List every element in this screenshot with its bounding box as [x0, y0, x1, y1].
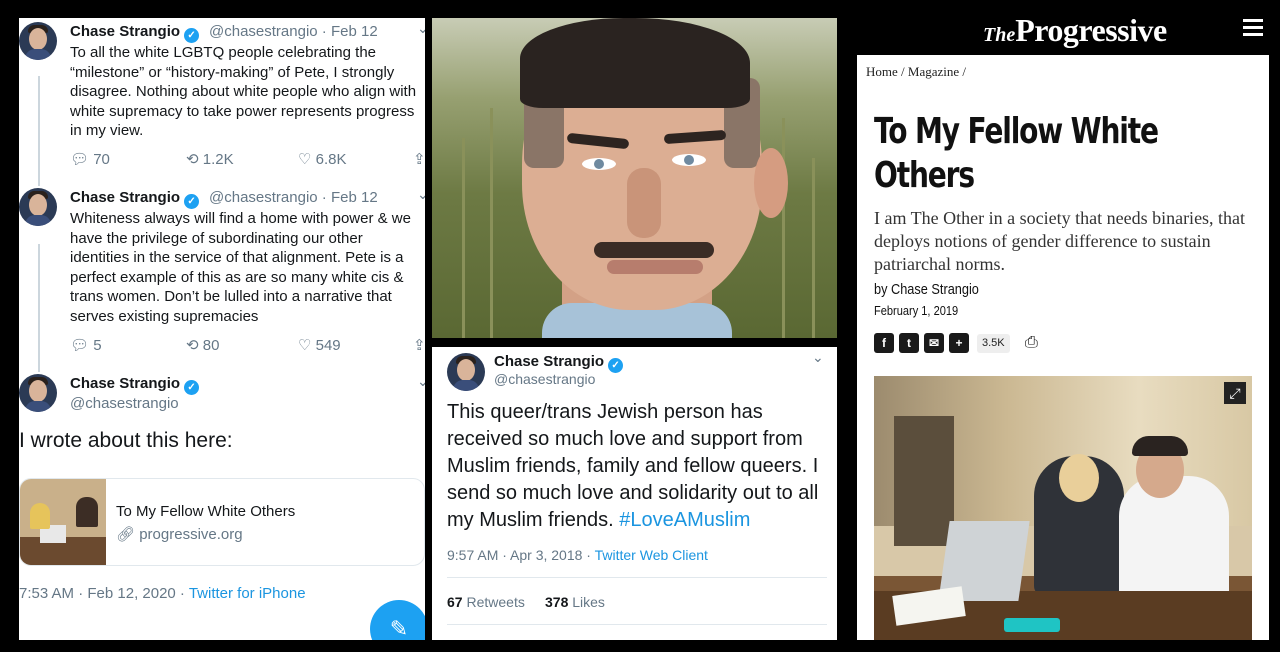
chevron-down-icon[interactable]: ⌄: [417, 20, 425, 37]
tweet-timestamp: 9:57 AM · Apr 3, 2018 · Twitter Web Clie…: [447, 547, 708, 563]
divider: [447, 624, 827, 625]
reply-button[interactable]: 💬︎ 70: [70, 150, 110, 168]
article-title: To My Fellow White Others: [874, 111, 1159, 196]
retweet-icon: ⟲: [186, 151, 199, 168]
email-icon[interactable]: ✉: [924, 333, 944, 353]
like-button[interactable]: ♡ 6.8K: [298, 150, 346, 168]
hamburger-menu-icon[interactable]: [1243, 19, 1263, 40]
author-handle: @chasestrangio: [494, 371, 596, 387]
share-count: 3.5K: [977, 334, 1010, 353]
thread-line: [38, 76, 40, 186]
retweet-button[interactable]: ⟲ 80: [186, 336, 219, 354]
thread-line: [38, 244, 40, 372]
chevron-down-icon[interactable]: ⌄: [812, 349, 824, 366]
article-dek: I am The Other in a society that needs b…: [874, 208, 1246, 274]
like-button[interactable]: ♡ 549: [298, 336, 341, 354]
link-card-thumbnail: [20, 479, 106, 565]
tweet-detail-panel: Chase Strangio ✓ @chasestrangio ⌄ This qu…: [432, 347, 837, 640]
divider: [447, 577, 827, 578]
heart-icon: ♡: [298, 151, 312, 168]
tweet-source-link[interactable]: Twitter Web Client: [595, 547, 708, 563]
article-date: February 1, 2019: [874, 303, 959, 318]
likes-stat[interactable]: 378 Likes: [545, 594, 605, 610]
tweet-thread-panel: Chase Strangio ✓ @chasestrangio · Feb 12 …: [19, 18, 425, 640]
tweet-text: This queer/trans Jewish person has recei…: [447, 401, 819, 531]
tweet-timestamp: 7:53 AM · Feb 12, 2020 · Twitter for iPh…: [19, 585, 306, 602]
retweet-button[interactable]: ⟲ 1.2K: [186, 150, 234, 168]
tweet-text: Whiteness always will find a home with p…: [70, 210, 411, 325]
link-card-domain: 🔗︎ progressive.org: [116, 526, 243, 543]
verified-badge-icon: ✓: [184, 194, 200, 209]
site-header: TheProgressive: [857, 10, 1269, 50]
article-byline[interactable]: by Chase Strangio: [874, 281, 979, 298]
avatar[interactable]: [19, 22, 57, 60]
expand-icon[interactable]: ⤢: [1224, 382, 1246, 404]
site-logo[interactable]: TheProgressive: [983, 12, 1167, 49]
heart-icon: ♡: [298, 337, 312, 354]
link-card[interactable]: To My Fellow White Others 🔗︎ progressive…: [19, 478, 425, 566]
tweet-source-link[interactable]: Twitter for iPhone: [189, 585, 306, 602]
hashtag-link[interactable]: #LoveAMuslim: [619, 509, 750, 531]
verified-badge-icon: ✓: [184, 380, 200, 395]
facebook-icon[interactable]: f: [874, 333, 894, 353]
avatar[interactable]: [447, 353, 485, 391]
portrait-photo: [432, 18, 837, 338]
tweet-actions: 💬︎ 5 ⟲ 80 ♡ 549 ⇪: [70, 336, 425, 356]
compose-button[interactable]: ✎: [370, 600, 425, 640]
reply-button[interactable]: 💬︎ 5: [70, 336, 102, 354]
plus-icon[interactable]: +: [949, 333, 969, 353]
share-icon[interactable]: ⇪: [413, 336, 425, 354]
reply-icon: 💬︎: [70, 151, 90, 168]
author-name[interactable]: Chase Strangio ✓: [70, 189, 200, 209]
author-name[interactable]: Chase Strangio ✓: [494, 353, 624, 373]
twitter-icon[interactable]: t: [899, 333, 919, 353]
article-photo: ⤢: [874, 376, 1252, 640]
tweet-handle-date: @chasestrangio · Feb 12: [209, 23, 378, 40]
reply-icon: 💬︎: [70, 337, 90, 354]
retweets-stat[interactable]: 67 Retweets: [447, 594, 525, 610]
avatar[interactable]: [19, 374, 57, 412]
compose-icon: ✎: [389, 616, 409, 640]
article-panel: Home / Magazine / To My Fellow White Oth…: [857, 55, 1269, 640]
verified-badge-icon: ✓: [184, 28, 200, 43]
chevron-down-icon[interactable]: ⌄: [417, 373, 425, 390]
author-name[interactable]: Chase Strangio ✓: [70, 23, 200, 43]
author-handle: @chasestrangio: [70, 395, 179, 412]
tweet-text: I wrote about this here:: [19, 429, 233, 452]
avatar[interactable]: [19, 188, 57, 226]
print-icon[interactable]: ⎙: [1025, 334, 1038, 352]
share-icon[interactable]: ⇪: [413, 150, 425, 168]
link-card-title: To My Fellow White Others: [116, 503, 296, 520]
retweet-icon: ⟲: [186, 337, 199, 354]
tweet-handle-date: @chasestrangio · Feb 12: [209, 189, 378, 206]
author-name[interactable]: Chase Strangio ✓: [70, 375, 200, 395]
chevron-down-icon[interactable]: ⌄: [417, 186, 425, 203]
verified-badge-icon: ✓: [608, 358, 624, 373]
link-icon: 🔗︎: [116, 526, 136, 543]
tweet-text: To all the white LGBTQ people celebratin…: [70, 44, 417, 139]
tweet-actions: 💬︎ 70 ⟲ 1.2K ♡ 6.8K ⇪: [70, 150, 425, 170]
breadcrumb[interactable]: Home / Magazine /: [866, 64, 966, 80]
